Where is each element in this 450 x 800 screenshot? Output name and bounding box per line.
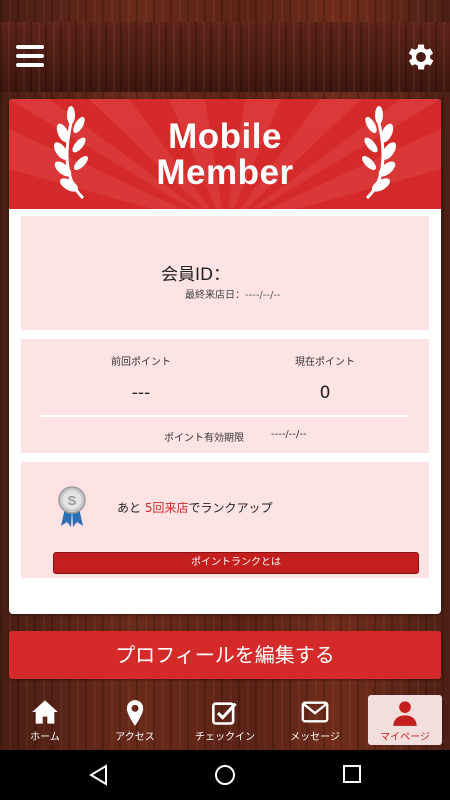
nav-recent-apps-icon[interactable]: [342, 764, 362, 784]
points-divider: [41, 415, 409, 417]
system-nav-bar: [0, 750, 450, 800]
user-icon: [393, 701, 417, 726]
home-icon: [32, 700, 58, 724]
current-points-label: 現在ポイント: [295, 357, 355, 368]
points-panel: 前回ポイント --- 現在ポイント 0 ポイント有効期限 ----/--/--: [21, 339, 429, 453]
edit-profile-button[interactable]: プロフィールを編集する: [9, 631, 441, 679]
hamburger-menu-icon[interactable]: [16, 45, 44, 69]
bottom-tab-bar: ホーム アクセス チェックイン メッセージ マイページ: [0, 695, 450, 747]
checkbox-icon: [212, 702, 237, 725]
previous-points-label: 前回ポイント: [111, 357, 171, 368]
point-rank-info-button[interactable]: ポイントランクとは: [53, 552, 419, 574]
hero-title-line1: Mobile: [168, 117, 282, 156]
previous-points-value: ---: [131, 383, 151, 403]
member-info-panel: 会員ID： 最終来店日：----/--/--: [21, 216, 429, 330]
nav-back-icon[interactable]: [88, 764, 110, 786]
map-pin-icon: [126, 700, 144, 726]
last-visit: 最終来店日：----/--/--: [185, 286, 281, 301]
member-id-label: 会員ID：: [161, 265, 231, 285]
hero-title-line2: Member: [156, 153, 294, 192]
gear-icon[interactable]: [404, 40, 438, 74]
tab-access[interactable]: アクセス: [90, 695, 180, 747]
rank-panel: S あと 5回来店でランクアップ ポイントランクとは: [21, 462, 429, 578]
points-expiry-value: ----/--/--: [271, 429, 307, 440]
tab-checkin[interactable]: チェックイン: [180, 695, 270, 747]
tab-access-label: アクセス: [115, 732, 155, 743]
rank-text-prefix: あと: [117, 501, 142, 515]
last-visit-label: 最終来店日：: [185, 290, 245, 301]
tab-home-label: ホーム: [30, 732, 60, 743]
envelope-icon: [301, 701, 329, 723]
top-app-bar: [0, 22, 450, 92]
rank-ribbon-icon: S: [58, 486, 86, 527]
tab-mypage-label: マイページ: [380, 732, 430, 743]
hero-title: Mobile Member: [9, 119, 441, 191]
tab-message[interactable]: メッセージ: [270, 695, 360, 747]
tab-message-label: メッセージ: [290, 732, 340, 743]
rank-text-suffix: でランクアップ: [188, 501, 273, 515]
member-card: Mobile Member 会員ID： 最終来店日：----/--/-- 前回ポ…: [9, 99, 441, 614]
tab-home[interactable]: ホーム: [0, 695, 90, 747]
rank-badge-letter: S: [68, 493, 77, 508]
tab-mypage[interactable]: マイページ: [368, 695, 442, 745]
rank-up-message: あと 5回来店でランクアップ: [117, 499, 273, 516]
points-expiry-label: ポイント有効期限: [164, 433, 244, 444]
rank-text-highlight: 5回来店: [144, 501, 189, 515]
current-points-value: 0: [319, 383, 331, 403]
tab-checkin-label: チェックイン: [195, 732, 255, 743]
last-visit-value: ----/--/--: [245, 290, 281, 301]
member-card-hero: Mobile Member: [9, 99, 441, 209]
nav-home-icon[interactable]: [214, 764, 236, 786]
